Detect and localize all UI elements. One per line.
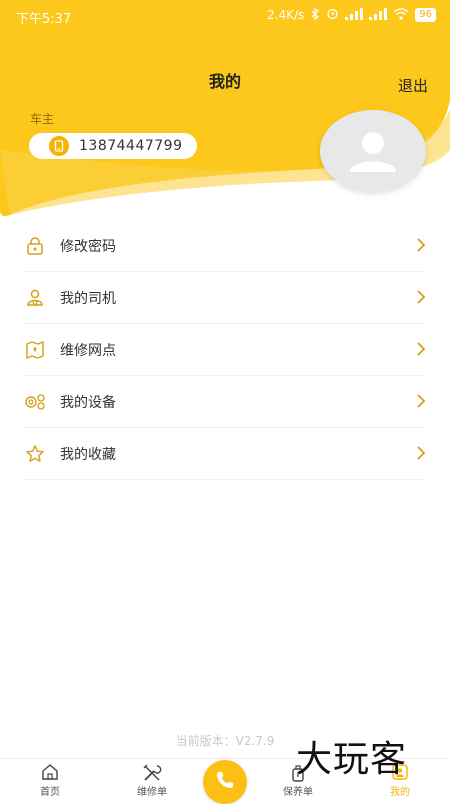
home-icon bbox=[10, 763, 90, 783]
net-speed: 2.4K/s bbox=[267, 8, 305, 22]
status-icons: 2.4K/s 96 bbox=[267, 7, 436, 23]
tab-label: 维修单 bbox=[137, 787, 167, 798]
tab-label: 我的 bbox=[390, 787, 410, 798]
menu-item-favorites[interactable]: 我的收藏 bbox=[0, 428, 450, 480]
menu-item-label: 维修网点 bbox=[60, 343, 116, 359]
menu-list: 修改密码 我的司机 维修网点 我的设备 我的收藏 bbox=[0, 220, 450, 480]
menu-item-repair-outlets[interactable]: 维修网点 bbox=[0, 324, 450, 376]
map-pin-icon bbox=[24, 339, 46, 361]
star-icon bbox=[24, 443, 46, 465]
driver-icon bbox=[24, 287, 46, 309]
chevron-right-icon bbox=[416, 237, 426, 257]
call-button[interactable] bbox=[203, 760, 247, 804]
tab-label: 保养单 bbox=[283, 787, 313, 798]
signal-icon-2 bbox=[369, 7, 388, 23]
chevron-right-icon bbox=[416, 289, 426, 309]
menu-item-my-devices[interactable]: 我的设备 bbox=[0, 376, 450, 428]
page-title: 我的 bbox=[208, 72, 241, 91]
status-bar: 下午5:37 2.4K/s 96 bbox=[0, 0, 450, 32]
wifi-icon bbox=[393, 7, 409, 23]
wrench-icon bbox=[112, 763, 192, 783]
menu-item-label: 我的司机 bbox=[60, 291, 116, 307]
watermark-logo: 大玩客 bbox=[296, 739, 408, 780]
chevron-right-icon bbox=[416, 445, 426, 465]
phone-call-icon bbox=[214, 769, 236, 795]
tab-home[interactable]: 首页 bbox=[10, 759, 90, 801]
avatar[interactable] bbox=[320, 110, 426, 192]
status-time: 下午5:37 bbox=[16, 12, 72, 27]
signal-icon bbox=[345, 7, 364, 23]
menu-item-change-password[interactable]: 修改密码 bbox=[0, 220, 450, 272]
logout-button[interactable]: 退出 bbox=[398, 75, 428, 96]
menu-item-my-driver[interactable]: 我的司机 bbox=[0, 272, 450, 324]
battery-icon: 96 bbox=[415, 8, 436, 22]
lock-icon bbox=[24, 235, 46, 257]
alarm-icon bbox=[326, 7, 339, 23]
tab-repair-orders[interactable]: 维修单 bbox=[112, 759, 192, 801]
menu-item-label: 修改密码 bbox=[60, 239, 116, 255]
phone-number: 13874447799 bbox=[79, 138, 183, 154]
tab-label: 首页 bbox=[40, 787, 60, 798]
chevron-right-icon bbox=[416, 393, 426, 413]
phone-badge: 13874447799 bbox=[29, 133, 197, 159]
bluetooth-icon bbox=[310, 7, 320, 23]
menu-item-label: 我的收藏 bbox=[60, 447, 116, 463]
chevron-right-icon bbox=[416, 341, 426, 361]
user-role: 车主 bbox=[30, 112, 55, 126]
device-icon bbox=[24, 391, 46, 413]
menu-item-label: 我的设备 bbox=[60, 395, 116, 411]
phone-icon bbox=[49, 136, 69, 156]
